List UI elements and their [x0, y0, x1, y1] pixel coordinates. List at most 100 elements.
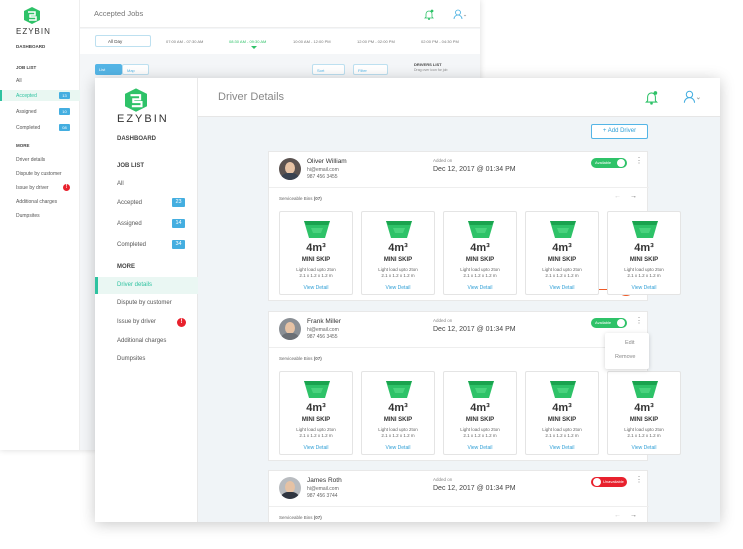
availability-toggle[interactable]: Available [591, 158, 627, 168]
edit-menu-item[interactable]: Edit [625, 340, 634, 346]
bin-description: Light load upto 2ton 2.1 x 1.2 x 1.2 m [624, 427, 664, 438]
driver-details-window: EZYBIN DASHBOARD JOB LIST All Accepted 2… [95, 78, 720, 522]
back-drivers-list-sub: Drag over icon for job [414, 68, 448, 72]
bin-size: 4m³ [552, 242, 572, 254]
sidebar-item-additional-charges[interactable]: Additional charges [117, 338, 166, 344]
view-detail-link[interactable]: View Detail [526, 285, 598, 291]
prev-arrow-icon[interactable]: ← [614, 512, 621, 519]
bin-description: Light load upto 2ton 2.1 x 1.2 x 1.2 m [542, 267, 582, 278]
bin-tile: 4m³ MINI SKIP Light load upto 2ton 2.1 x 1.… [525, 371, 599, 455]
sidebar-item-completed[interactable]: Completed [117, 242, 146, 248]
back-list-toggle[interactable]: List [95, 64, 122, 75]
next-arrow-icon[interactable]: → [630, 193, 637, 200]
more-options-icon[interactable]: ⋮ [635, 316, 643, 325]
dashboard-link[interactable]: DASHBOARD [117, 136, 156, 142]
skip-bin-icon [468, 221, 494, 238]
add-driver-button[interactable]: + Add Driver [591, 124, 648, 139]
back-bell-icon[interactable] [424, 9, 434, 20]
bin-name: MINI SKIP [547, 417, 577, 423]
back-slot-4[interactable]: 12:00 PM - 02:00 PM [357, 39, 395, 44]
view-detail-link[interactable]: View Detail [526, 445, 598, 451]
user-icon[interactable] [683, 90, 701, 104]
divider [269, 506, 649, 507]
back-filter-button[interactable]: Filter [353, 64, 388, 75]
back-more-driver-details[interactable]: Driver details [16, 157, 45, 163]
bin-name: MINI SKIP [547, 257, 577, 263]
bin-size: 4m³ [552, 402, 572, 414]
sidebar-item-assigned[interactable]: Assigned [117, 221, 142, 227]
bin-name: MINI SKIP [383, 417, 413, 423]
back-slot-5[interactable]: 02:00 PM - 04:30 PM [421, 39, 459, 44]
back-slot-3[interactable]: 10:00 AM - 12:00 PM [293, 39, 331, 44]
view-detail-link[interactable]: View Detail [444, 445, 516, 451]
sidebar-item-dispute-by-customer[interactable]: Dispute by customer [117, 300, 172, 306]
next-arrow-icon[interactable]: → [630, 512, 637, 519]
bin-tile: 4m³ MINI SKIP Light load upto 2ton 2.1 x 1.… [443, 211, 517, 295]
prev-arrow-icon[interactable]: ← [614, 193, 621, 200]
more-options-icon[interactable]: ⋮ [635, 156, 643, 165]
driver-email: hi@email.com [307, 167, 339, 173]
bin-description: Light load upto 2ton 2.1 x 1.2 x 1.2 m [460, 427, 500, 438]
back-date-select[interactable]: All Day [95, 35, 151, 47]
view-detail-link[interactable]: View Detail [362, 445, 434, 451]
driver-phone: 987 456 3455 [307, 334, 338, 340]
view-detail-link[interactable]: View Detail [444, 285, 516, 291]
sidebar-item-dumpsites[interactable]: Dumpsites [117, 356, 145, 362]
back-item-accepted[interactable]: Accepted [16, 93, 37, 99]
more-options-icon[interactable]: ⋮ [635, 475, 643, 484]
options-menu: Edit Remove [605, 333, 649, 369]
back-date-select-value: All Day [108, 39, 123, 44]
avatar [279, 318, 301, 340]
view-detail-link[interactable]: View Detail [608, 445, 680, 451]
back-slot-1[interactable]: 07:00 AM - 07:30 AM [166, 39, 203, 44]
availability-toggle[interactable]: Unavailable [591, 477, 627, 487]
back-sort-button[interactable]: Sort [312, 64, 345, 75]
bin-name: MINI SKIP [383, 257, 413, 263]
view-detail-link[interactable]: View Detail [280, 285, 352, 291]
job-list-heading: JOB LIST [117, 163, 145, 169]
bin-name: MINI SKIP [301, 257, 331, 263]
remove-menu-item[interactable]: Remove [615, 354, 635, 360]
sidebar-item-all[interactable]: All [117, 181, 124, 187]
added-on-label: Added on [433, 318, 453, 323]
back-item-completed[interactable]: Completed [16, 125, 40, 131]
skip-bin-icon [550, 221, 576, 238]
bin-size: 4m³ [470, 402, 490, 414]
back-map-toggle[interactable]: Map [122, 64, 149, 75]
issue-alert-badge: ! [177, 318, 186, 327]
bin-size: 4m³ [470, 242, 490, 254]
back-user-icon[interactable] [453, 9, 467, 20]
back-badge-assigned: 10 [59, 108, 70, 115]
availability-status: Available [595, 320, 612, 325]
back-item-assigned[interactable]: Assigned [16, 109, 37, 115]
avatar [279, 477, 301, 499]
serviceable-bins-label: Serviceable Bins (07) [279, 196, 322, 201]
driver-email: hi@email.com [307, 327, 339, 333]
back-more-issue[interactable]: Issue by driver [16, 185, 49, 191]
bin-description: Light load upto 2ton 2.1 x 1.2 x 1.2 m [460, 267, 500, 278]
back-more-dumpsites[interactable]: Dumpsites [16, 213, 40, 219]
availability-status: Available [595, 160, 612, 165]
view-detail-link[interactable]: View Detail [280, 445, 352, 451]
back-more-dispute[interactable]: Dispute by customer [16, 171, 62, 177]
view-detail-link[interactable]: View Detail [608, 285, 680, 291]
sidebar-item-accepted[interactable]: Accepted [117, 200, 142, 206]
back-dashboard-link[interactable]: DASHBOARD [16, 44, 45, 49]
sidebar-item-issue-by-driver[interactable]: Issue by driver [117, 319, 156, 325]
added-on-date: Dec 12, 2017 @ 01:34 PM [433, 485, 516, 492]
availability-toggle[interactable]: Available [591, 318, 627, 328]
back-more-additional[interactable]: Additional charges [16, 199, 57, 205]
view-detail-link[interactable]: View Detail [362, 285, 434, 291]
bin-tile: 4m³ MINI SKIP Light load upto 2ton 2.1 x 1.… [279, 211, 353, 295]
back-more-heading: MORE [16, 143, 30, 148]
back-slot-2[interactable]: 08:30 AM - 09:30 AM [229, 39, 266, 44]
bell-icon[interactable] [645, 90, 658, 105]
back-slot-caret-icon [251, 46, 257, 49]
back-badge-accepted: 13 [59, 92, 70, 99]
driver-email: hi@email.com [307, 486, 339, 492]
skip-bin-icon [468, 381, 494, 398]
driver-phone: 987 456 3744 [307, 493, 338, 499]
back-item-all[interactable]: All [16, 78, 22, 84]
sidebar-item-driver-details[interactable]: Driver details [117, 282, 152, 288]
divider [269, 187, 649, 188]
